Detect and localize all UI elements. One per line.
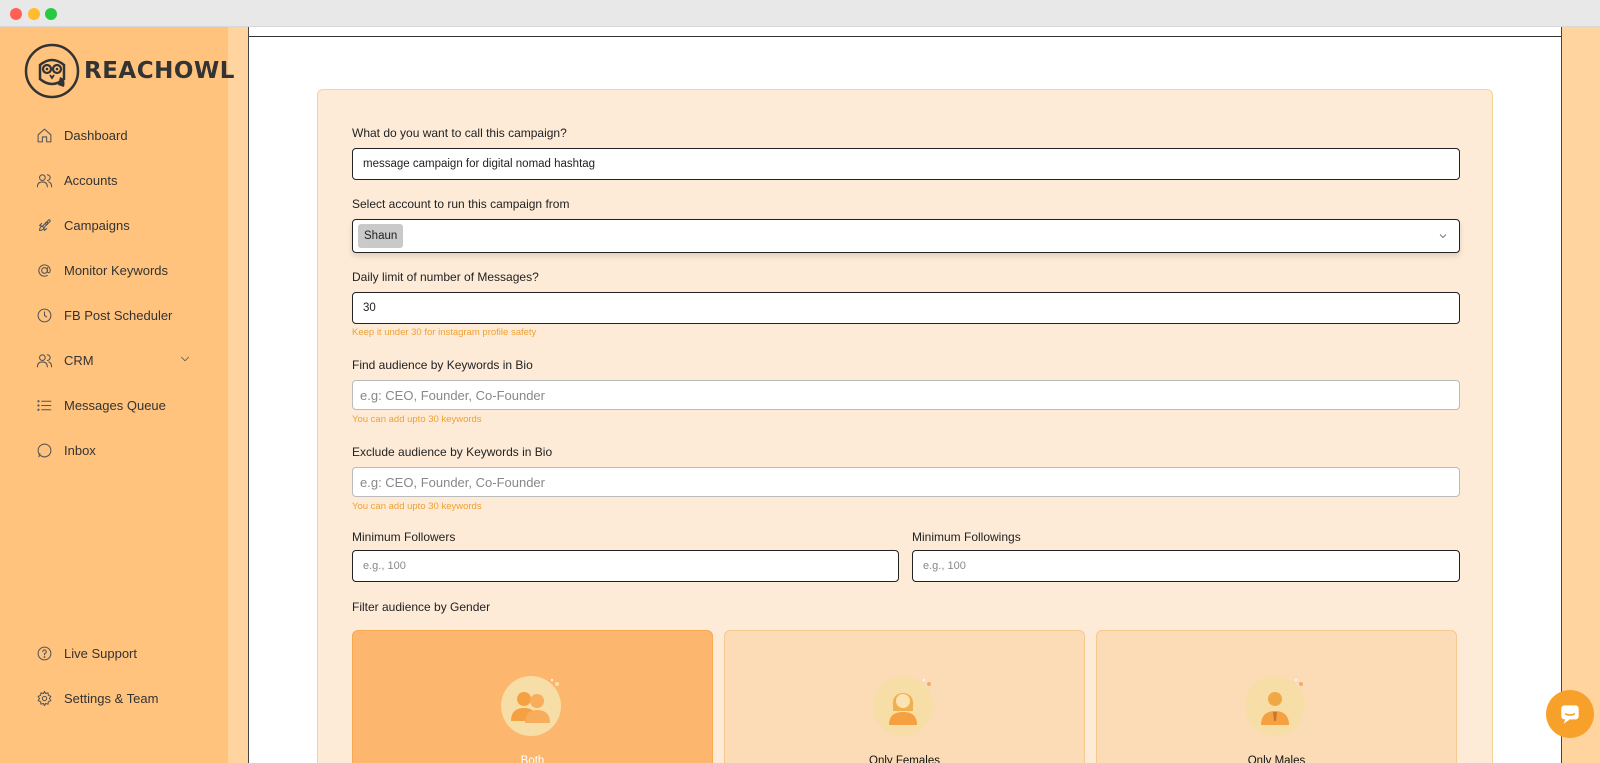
window-titlebar bbox=[0, 0, 1600, 27]
main-content: What do you want to call this campaign? … bbox=[248, 27, 1562, 763]
min-followers-placeholder: e.g., 100 bbox=[363, 560, 406, 572]
exclude-keywords-placeholder: e.g: CEO, Founder, Co-Founder bbox=[360, 474, 545, 490]
sidebar-item-monitor-keywords[interactable]: Monitor Keywords bbox=[36, 258, 196, 282]
female-icon bbox=[873, 676, 933, 736]
sidebar-item-label: Accounts bbox=[64, 172, 118, 188]
include-keywords-hint: You can add upto 30 keywords bbox=[352, 414, 482, 425]
minimize-window-button[interactable] bbox=[28, 8, 40, 20]
maximize-window-button[interactable] bbox=[45, 8, 57, 20]
sidebar-item-dashboard[interactable]: Dashboard bbox=[36, 123, 196, 147]
campaign-form: What do you want to call this campaign? … bbox=[317, 89, 1493, 763]
min-followers-input[interactable]: e.g., 100 bbox=[352, 550, 899, 582]
chat-bubble-icon bbox=[1561, 705, 1579, 724]
sidebar-item-settings-team[interactable]: Settings & Team bbox=[36, 686, 196, 710]
gender-option-only-females[interactable]: Only Females bbox=[724, 630, 1085, 763]
sidebar: REACHOWL Dashboard Accounts Campaigns Mo… bbox=[0, 27, 234, 763]
min-followings-input[interactable]: e.g., 100 bbox=[912, 550, 1460, 582]
couple-icon bbox=[501, 676, 561, 736]
min-followings-label: Minimum Followings bbox=[912, 530, 1021, 544]
account-select-label: Select account to run this campaign from bbox=[352, 197, 570, 211]
sidebar-item-label: Messages Queue bbox=[64, 397, 166, 413]
gender-option-only-males[interactable]: Only Males bbox=[1096, 630, 1457, 763]
brand-name: REACHOWL bbox=[84, 58, 235, 84]
sidebar-item-campaigns[interactable]: Campaigns bbox=[36, 213, 196, 237]
campaign-name-input[interactable]: message campaign for digital nomad hasht… bbox=[352, 148, 1460, 180]
gender-option-both[interactable]: Both bbox=[352, 630, 713, 763]
rocket-icon bbox=[39, 218, 51, 231]
sidebar-item-crm[interactable]: CRM bbox=[36, 348, 196, 372]
daily-limit-label: Daily limit of number of Messages? bbox=[352, 270, 539, 284]
campaign-name-label: What do you want to call this campaign? bbox=[352, 126, 567, 140]
gender-option-label: Only Females bbox=[869, 755, 940, 763]
gender-option-label: Only Males bbox=[1247, 755, 1306, 763]
sidebar-item-label: FB Post Scheduler bbox=[64, 307, 173, 323]
sidebar-item-accounts[interactable]: Accounts bbox=[36, 168, 196, 192]
daily-limit-value: 30 bbox=[363, 302, 376, 314]
daily-limit-hint: Keep it under 30 for instagram profile s… bbox=[352, 327, 537, 338]
users-icon bbox=[36, 173, 53, 187]
chat-bubble-icon bbox=[37, 443, 52, 457]
exclude-keywords-hint: You can add upto 30 keywords bbox=[352, 501, 482, 512]
sidebar-item-fb-post-scheduler[interactable]: FB Post Scheduler bbox=[36, 303, 196, 327]
gender-option-label: Both bbox=[520, 755, 545, 763]
exclude-keywords-label: Exclude audience by Keywords in Bio bbox=[352, 445, 553, 459]
sidebar-item-label: Monitor Keywords bbox=[64, 262, 169, 278]
owl-logo-icon bbox=[24, 43, 80, 99]
male-icon bbox=[1245, 676, 1305, 736]
min-followings-placeholder: e.g., 100 bbox=[923, 560, 966, 572]
brand-logo[interactable]: REACHOWL bbox=[24, 43, 235, 99]
sidebar-item-label: Settings & Team bbox=[64, 690, 159, 706]
include-keywords-input[interactable]: e.g: CEO, Founder, Co-Founder bbox=[352, 380, 1460, 410]
sidebar-item-label: Dashboard bbox=[64, 127, 128, 143]
exclude-keywords-input[interactable]: e.g: CEO, Founder, Co-Founder bbox=[352, 467, 1460, 497]
sidebar-item-messages-queue[interactable]: Messages Queue bbox=[36, 393, 196, 417]
chevron-down-icon[interactable] bbox=[178, 352, 192, 371]
users-icon bbox=[36, 353, 53, 367]
daily-limit-input[interactable]: 30 bbox=[352, 292, 1460, 324]
header-bar bbox=[249, 27, 1561, 37]
help-circle-icon bbox=[37, 646, 52, 660]
sidebar-item-live-support[interactable]: Live Support bbox=[36, 641, 196, 665]
sidebar-item-label: CRM bbox=[64, 352, 94, 368]
include-keywords-label: Find audience by Keywords in Bio bbox=[352, 358, 533, 372]
selected-account-chip[interactable]: Shaun bbox=[358, 224, 404, 248]
close-window-button[interactable] bbox=[10, 8, 22, 20]
sidebar-item-label: Campaigns bbox=[64, 217, 130, 233]
campaign-name-value: message campaign for digital nomad hasht… bbox=[363, 158, 596, 170]
include-keywords-placeholder: e.g: CEO, Founder, Co-Founder bbox=[360, 387, 545, 403]
home-icon bbox=[37, 128, 52, 142]
gender-filter-label: Filter audience by Gender bbox=[352, 600, 491, 614]
at-icon bbox=[38, 263, 51, 277]
sidebar-item-inbox[interactable]: Inbox bbox=[36, 438, 196, 462]
live-chat-button[interactable] bbox=[1546, 690, 1594, 738]
list-icon bbox=[37, 399, 52, 411]
sidebar-item-label: Inbox bbox=[64, 442, 96, 458]
sidebar-item-label: Live Support bbox=[64, 645, 137, 661]
account-select[interactable]: Shaun bbox=[352, 219, 1460, 253]
min-followers-label: Minimum Followers bbox=[352, 530, 456, 544]
gear-icon bbox=[37, 690, 52, 706]
chevron-down-icon[interactable] bbox=[1437, 230, 1449, 245]
clock-icon bbox=[37, 308, 52, 322]
